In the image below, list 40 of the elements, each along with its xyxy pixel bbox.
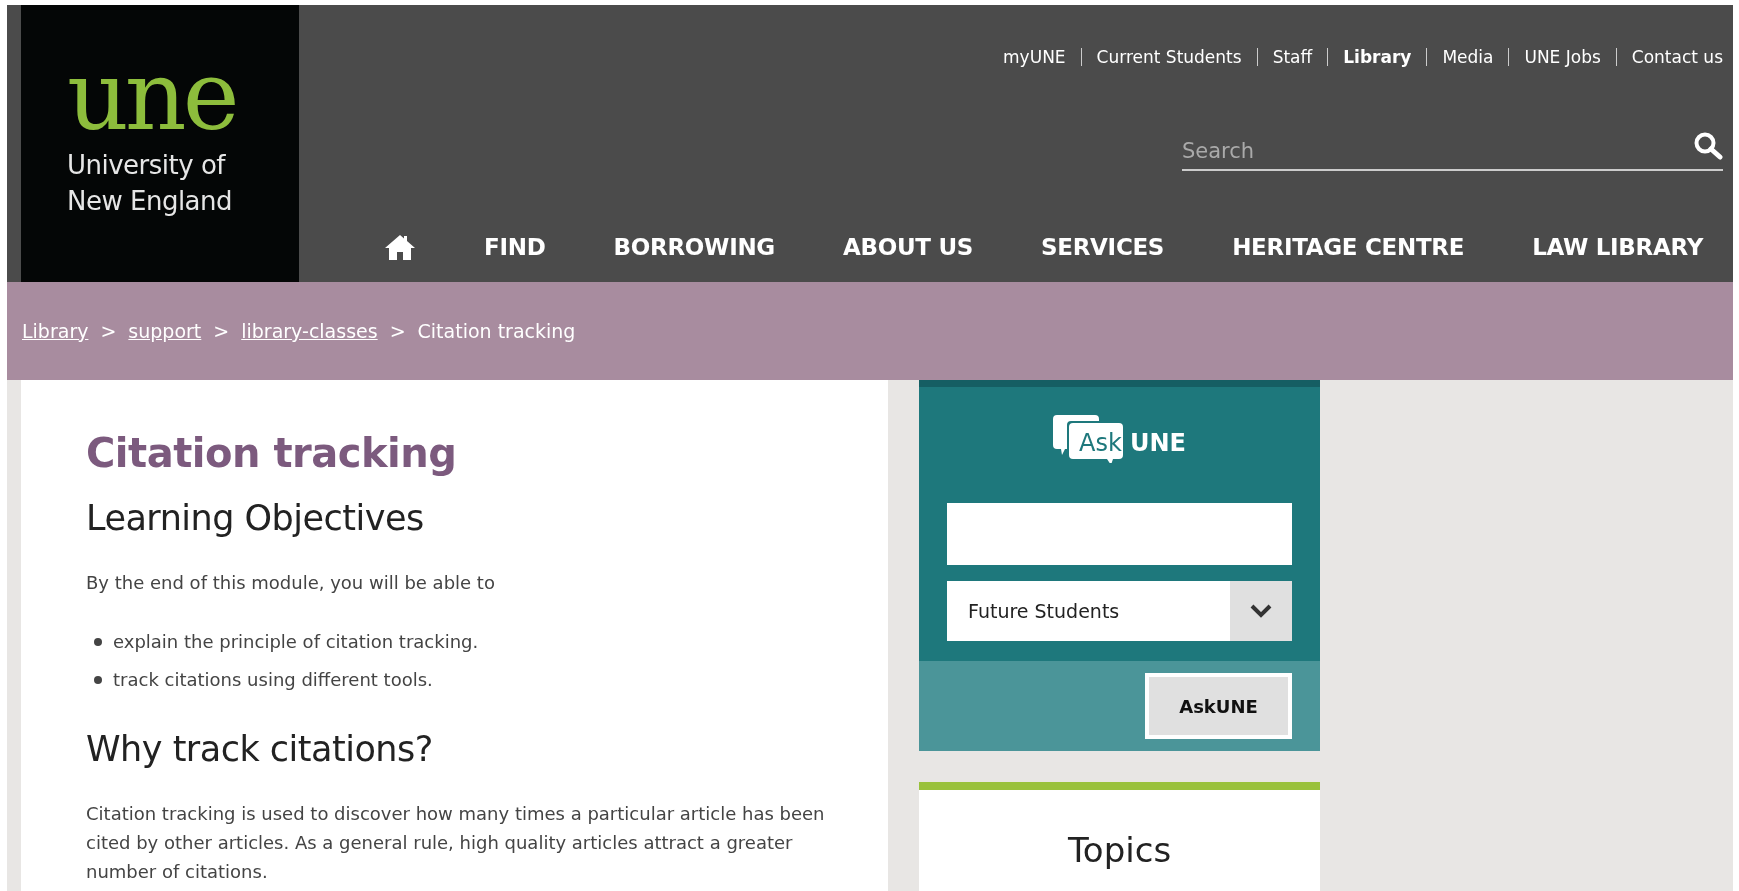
- breadcrumb-separator: >: [213, 320, 230, 342]
- paragraph: Citation tracking is used to discover how many times a particular article has been cited by other articles. As a general rule, high quality articles attract a greater number of citations.: [86, 802, 826, 884]
- university-logo[interactable]: une University of New England: [21, 5, 299, 282]
- chevron-down-icon: [1249, 603, 1273, 619]
- search-icon[interactable]: [1693, 131, 1723, 161]
- logo-text: UNE: [1129, 429, 1186, 457]
- utility-link[interactable]: Media: [1442, 47, 1494, 67]
- audience-select[interactable]: Future Students: [947, 581, 1292, 641]
- logo-text: Ask: [1079, 429, 1122, 457]
- logo-mark: une: [67, 57, 236, 135]
- breadcrumb-current: Citation tracking: [417, 320, 576, 342]
- page-title: Citation tracking: [86, 430, 458, 476]
- nav-link[interactable]: HERITAGE CENTRE: [1232, 234, 1465, 260]
- nav-link[interactable]: LAW LIBRARY: [1532, 234, 1703, 260]
- logo-name: New England: [67, 185, 233, 218]
- utility-link[interactable]: Current Students: [1096, 47, 1242, 67]
- search-field[interactable]: Search: [1182, 135, 1693, 169]
- section-heading: Why track citations?: [86, 729, 434, 769]
- paragraph: By the end of this module, you will be able to: [86, 571, 496, 595]
- bullet-icon: [94, 676, 102, 684]
- section-heading: Learning Objectives: [86, 498, 425, 538]
- home-icon[interactable]: [384, 233, 417, 261]
- utility-link[interactable]: Library: [1343, 47, 1412, 67]
- list-item: track citations using different tools.: [113, 668, 433, 692]
- bullet-icon: [94, 638, 102, 646]
- utility-link[interactable]: UNE Jobs: [1524, 47, 1601, 67]
- ask-button[interactable]: AskUNE: [1145, 673, 1292, 739]
- nav-link[interactable]: SERVICES: [1041, 234, 1165, 260]
- speech-bubbles-icon: [1053, 413, 1124, 463]
- utility-link[interactable]: Contact us: [1631, 47, 1723, 67]
- nav-link[interactable]: ABOUT US: [842, 234, 974, 260]
- logo-name: University of: [67, 149, 225, 182]
- breadcrumb-separator: >: [389, 320, 406, 342]
- card-title: Topics: [1067, 830, 1172, 872]
- breadcrumb-separator: >: [100, 320, 117, 342]
- utility-link[interactable]: myUNE: [1003, 47, 1066, 67]
- nav-link[interactable]: BORROWING: [613, 234, 775, 260]
- nav-link[interactable]: FIND: [484, 234, 546, 260]
- utility-link[interactable]: Staff: [1272, 47, 1313, 67]
- list-item: explain the principle of citation tracking.: [113, 630, 479, 654]
